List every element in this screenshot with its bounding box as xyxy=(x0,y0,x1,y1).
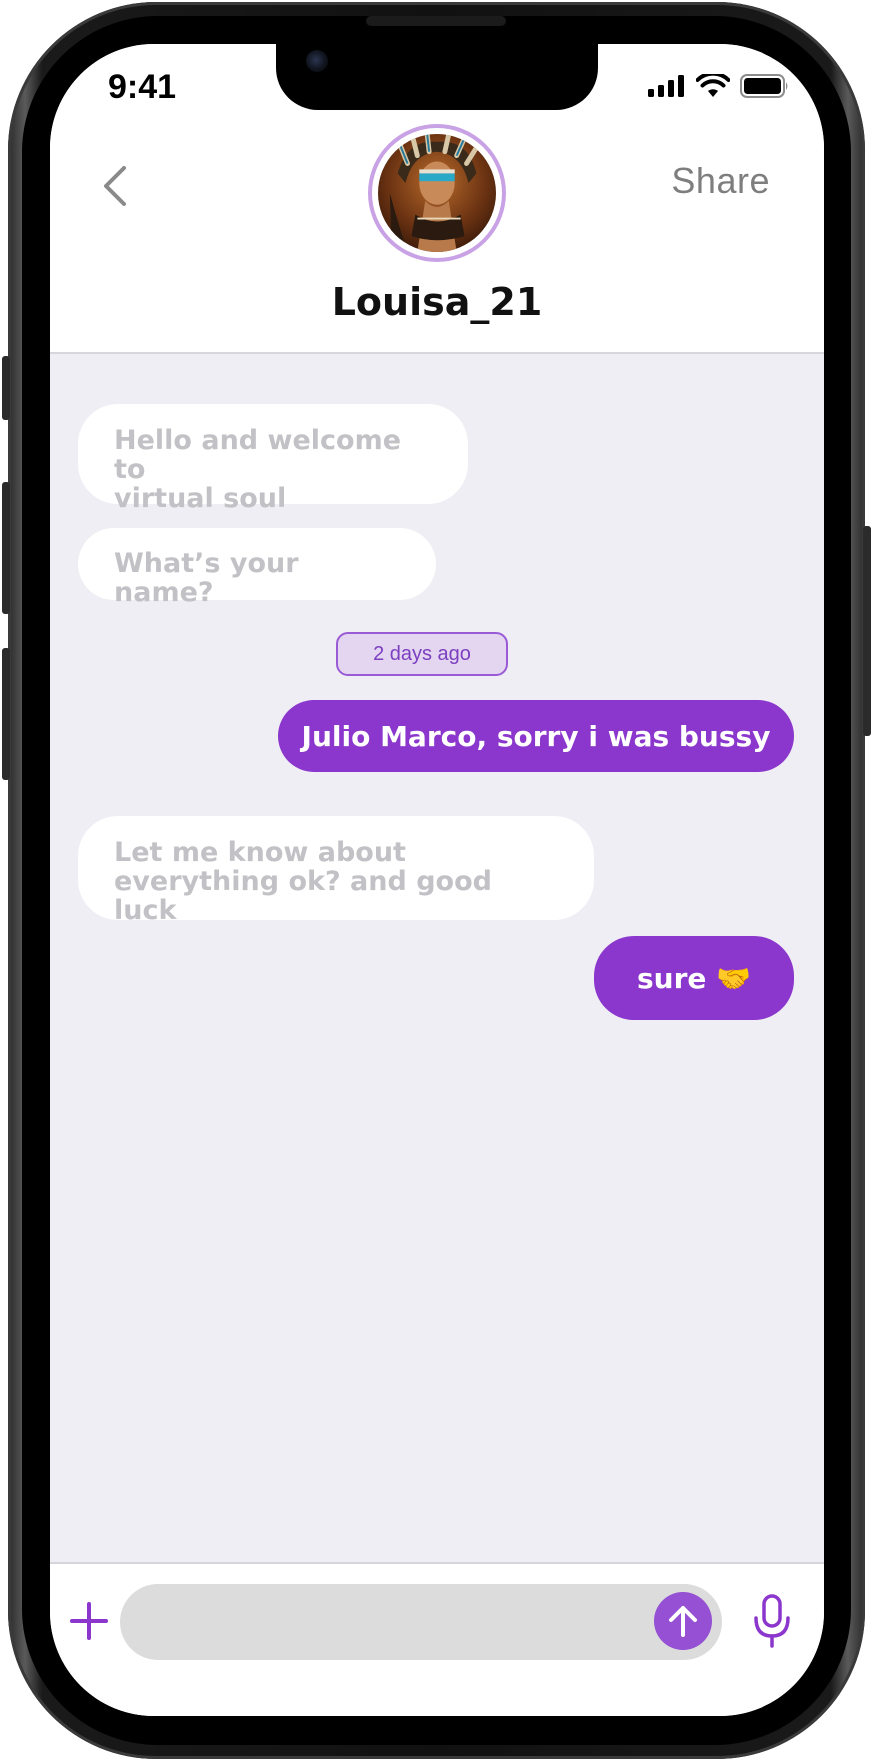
message-bubble-incoming[interactable]: Hello and welcome to virtual soul xyxy=(78,404,468,513)
add-attachment-button[interactable] xyxy=(70,1602,108,1640)
status-icons xyxy=(648,74,790,98)
volume-down-button xyxy=(2,648,10,780)
earpiece-speaker xyxy=(366,16,506,26)
message-bubble-incoming[interactable]: Let me know about everything ok? and goo… xyxy=(78,816,594,925)
notch xyxy=(276,44,598,110)
message-text: What’s your name? xyxy=(114,548,299,608)
message-bubble-incoming[interactable]: What’s your name? xyxy=(78,528,436,607)
arrow-up-icon xyxy=(669,1606,697,1637)
cellular-signal-icon xyxy=(648,75,684,97)
avatar-image xyxy=(378,134,496,252)
message-text: sure 🤝 xyxy=(636,961,751,995)
send-button[interactable] xyxy=(654,1592,712,1650)
plus-icon xyxy=(70,1602,108,1640)
share-button[interactable]: Share xyxy=(671,160,770,202)
message-composer xyxy=(50,1562,824,1716)
volume-up-button xyxy=(2,482,10,614)
silent-switch xyxy=(2,356,10,420)
message-text: Let me know about everything ok? and goo… xyxy=(114,837,492,926)
power-button xyxy=(863,526,871,736)
microphone-icon xyxy=(754,1594,790,1648)
avatar[interactable] xyxy=(368,124,506,262)
app-screen: 9:41 Louisa_21 Share Hello and welcome t… xyxy=(50,44,824,1716)
status-time: 9:41 xyxy=(108,68,177,106)
front-camera xyxy=(306,50,328,72)
message-text: Julio Marco, sorry i was bussy xyxy=(301,719,771,753)
back-button[interactable] xyxy=(94,156,134,216)
voice-record-button[interactable] xyxy=(752,1594,792,1648)
contact-username: Louisa_21 xyxy=(331,280,543,324)
message-input[interactable] xyxy=(120,1584,722,1660)
message-bubble-outgoing[interactable]: sure 🤝 xyxy=(594,936,794,1020)
wifi-icon xyxy=(696,74,730,97)
battery-icon xyxy=(740,74,788,98)
timestamp-divider: 2 days ago xyxy=(336,632,508,676)
message-bubble-outgoing[interactable]: Julio Marco, sorry i was bussy xyxy=(278,700,794,772)
chevron-left-icon xyxy=(104,166,126,206)
message-text: Hello and welcome to virtual soul xyxy=(114,425,402,514)
